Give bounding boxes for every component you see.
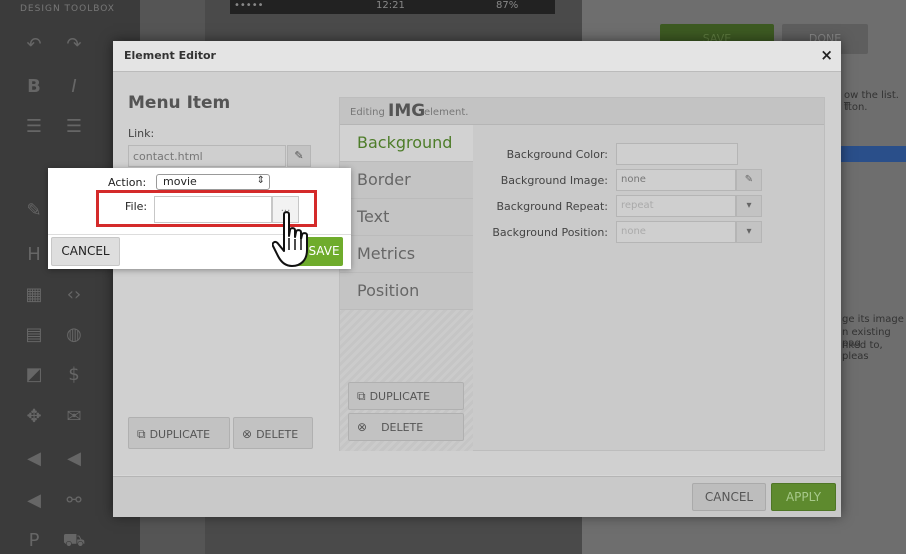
heading-icon[interactable]: H	[22, 244, 46, 265]
bg-repeat-select[interactable]: repeat	[616, 195, 736, 217]
grid-icon[interactable]: ▦	[22, 284, 46, 305]
select-arrows-icon: ⇕	[256, 175, 265, 186]
duplicate-button[interactable]: ⧉ DUPLICATE	[128, 417, 230, 449]
dialog-header: Element Editor ×	[113, 41, 841, 72]
delete-circle-icon: ⊗	[357, 420, 368, 434]
delete-button[interactable]: ⊗ DELETE	[233, 417, 313, 449]
apply-button[interactable]: APPLY	[771, 483, 836, 511]
menu-item-heading: Menu Item	[128, 93, 231, 113]
bg-position-label: Background Position:	[492, 226, 608, 239]
close-icon[interactable]: ×	[820, 46, 833, 64]
audio-icon[interactable]: ◀	[22, 490, 46, 511]
delete-label: DELETE	[256, 428, 299, 441]
cancel-button[interactable]: CANCEL	[692, 483, 766, 511]
panel-text-2: tton.	[844, 102, 868, 113]
editor-heading: Editing IMG element.	[340, 98, 824, 125]
bg-repeat-dropdown[interactable]: ▾	[736, 195, 762, 217]
italic-icon[interactable]: I	[62, 76, 86, 97]
panel-text-3: ge its image	[842, 314, 904, 325]
panel-selected-row[interactable]	[840, 146, 906, 162]
volume-up-icon[interactable]: ◀	[62, 448, 86, 469]
paypal-icon[interactable]: P	[22, 530, 46, 551]
bg-position-select[interactable]: none	[616, 221, 736, 243]
element-tag: IMG	[388, 101, 426, 121]
tab-metrics[interactable]: Metrics	[340, 236, 473, 273]
element-delete-label: DELETE	[381, 421, 424, 434]
chevron-down-icon: ▾	[746, 226, 752, 237]
toolbox-title: DESIGN TOOLBOX	[20, 4, 115, 14]
tab-position[interactable]: Position	[340, 273, 473, 310]
globe-icon[interactable]: ◍	[62, 324, 86, 345]
action-select[interactable]: movie ⇕	[156, 174, 270, 190]
panel-text-5: nked to, pleas	[842, 340, 883, 362]
delete-circle-icon: ⊗	[242, 427, 253, 441]
link-edit-button[interactable]: ✎	[287, 145, 311, 167]
file-icon[interactable]: ▤	[22, 324, 46, 345]
chevron-down-icon: ▾	[746, 200, 752, 211]
battery-level: 87%	[496, 0, 519, 11]
mail-icon[interactable]: ✉	[62, 406, 86, 427]
bg-repeat-label: Background Repeat:	[496, 200, 608, 213]
element-delete-button[interactable]: ⊗ DELETE	[348, 413, 464, 441]
undo-icon[interactable]: ↶	[22, 34, 46, 55]
editing-suffix: element.	[424, 107, 469, 118]
element-duplicate-label: DUPLICATE	[369, 390, 431, 403]
bg-color-input[interactable]	[616, 143, 738, 165]
volume-icon[interactable]: ◀	[22, 448, 46, 469]
popup-cancel-button[interactable]: CANCEL	[51, 237, 120, 266]
cart-icon[interactable]: ⛟	[62, 530, 86, 554]
align-left-icon[interactable]: ☰	[22, 116, 46, 137]
carrier-signal: •••••	[234, 0, 264, 11]
code-icon[interactable]: ‹›	[62, 284, 86, 305]
hand-pointer-icon	[272, 211, 308, 267]
align-center-icon[interactable]: ☰	[62, 116, 86, 137]
pencil-icon: ✎	[294, 149, 304, 162]
bg-image-label: Background Image:	[500, 174, 608, 187]
editing-prefix: Editing	[350, 107, 385, 118]
action-label: Action:	[108, 176, 147, 189]
bg-color-label: Background Color:	[506, 148, 608, 161]
link-input[interactable]: contact.html	[128, 145, 286, 167]
redo-icon[interactable]: ↷	[62, 34, 86, 55]
copy-icon: ⧉	[137, 427, 146, 441]
element-editor-dialog: Element Editor × Menu Item Link: contact…	[113, 41, 841, 517]
bg-image-edit-button[interactable]: ✎	[736, 169, 762, 191]
element-duplicate-button[interactable]: ⧉ DUPLICATE	[348, 382, 464, 410]
link-icon[interactable]: ⚯	[62, 490, 86, 511]
bold-icon[interactable]: B	[22, 76, 46, 97]
status-time: 12:21	[376, 0, 405, 11]
copy-icon: ⧉	[357, 389, 366, 403]
style-editor-panel: Editing IMG element. Background Border T…	[339, 97, 825, 451]
pencil-icon: ✎	[744, 174, 754, 185]
action-value: movie	[163, 175, 197, 188]
dialog-title: Element Editor	[124, 49, 216, 62]
duplicate-label: DUPLICATE	[149, 428, 211, 441]
bg-image-input[interactable]: none	[616, 169, 736, 191]
move-icon[interactable]: ✥	[22, 406, 46, 427]
link-label: Link:	[128, 127, 155, 140]
bg-position-dropdown[interactable]: ▾	[736, 221, 762, 243]
map-icon[interactable]: ◩	[22, 364, 46, 385]
phone-status-bar: ••••• 12:21 87%	[230, 0, 555, 14]
pencil-icon[interactable]: ✎	[22, 200, 46, 221]
dollar-icon[interactable]: $	[62, 364, 86, 385]
